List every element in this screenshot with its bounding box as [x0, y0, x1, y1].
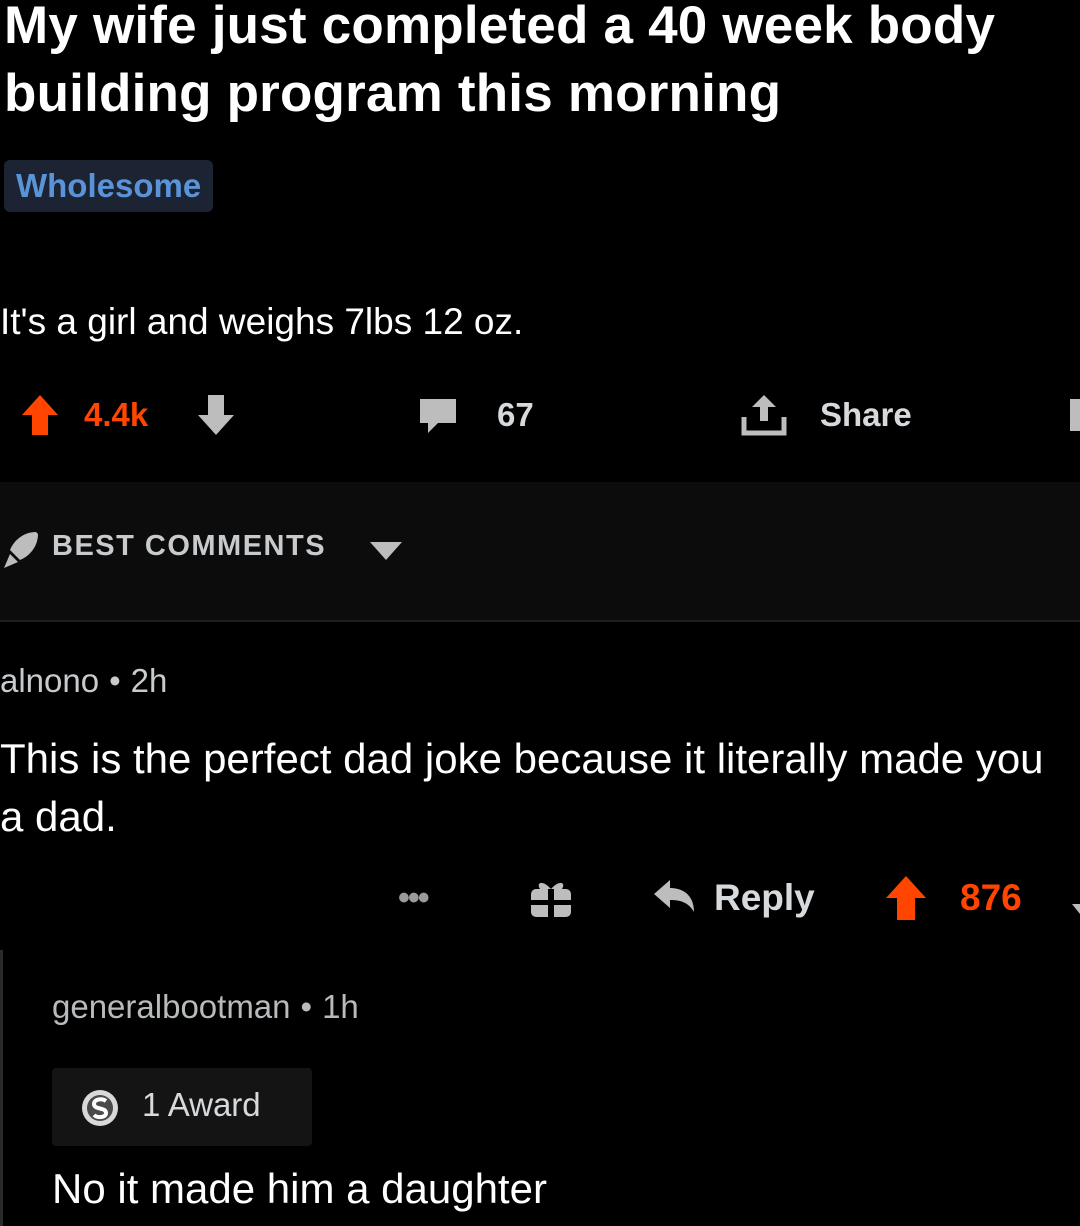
comment-upvote-button[interactable] — [884, 868, 928, 928]
comment-reply-icon-button[interactable] — [650, 868, 698, 928]
reply-body-text: No it made him a daughter — [52, 1165, 547, 1212]
gift-icon — [531, 882, 571, 917]
downvote-arrow-icon — [1072, 884, 1080, 914]
post-share-icon-button[interactable] — [736, 385, 792, 445]
silver-award-icon — [82, 1090, 118, 1126]
comment-meta: alnono • 2h — [0, 662, 167, 700]
post-comments-button[interactable] — [416, 385, 460, 445]
award-badge[interactable]: 1 Award — [52, 1068, 312, 1146]
comment-sort-bar[interactable]: BEST COMMENTS — [0, 482, 1080, 622]
downvote-arrow-icon — [198, 395, 234, 435]
upvote-arrow-icon — [886, 876, 926, 920]
post-share-button[interactable]: Share — [820, 385, 912, 445]
reddit-thread-page: My wife just completed a 40 week body bu… — [0, 0, 1080, 1226]
save-icon[interactable] — [1066, 385, 1080, 445]
comment-author[interactable]: alnono — [0, 662, 99, 699]
meta-separator: • — [300, 988, 313, 1025]
post-upvote-button[interactable] — [20, 385, 60, 445]
reply-author[interactable]: generalbootman — [52, 988, 291, 1025]
comment-body-text: This is the perfect dad joke because it … — [0, 735, 1044, 840]
post-title[interactable]: My wife just completed a 40 week body bu… — [4, 0, 1074, 128]
comment-score: 876 — [960, 877, 1022, 918]
share-upload-icon — [741, 395, 787, 436]
comment-age: 2h — [130, 662, 168, 699]
meta-separator: • — [109, 662, 121, 699]
post-body-text: It's a girl and weighs 7lbs 12 oz. — [0, 301, 524, 342]
post-flair[interactable]: Wholesome — [4, 160, 214, 212]
comment-reply-button[interactable]: Reply — [714, 868, 815, 928]
comment-more-button[interactable]: ••• — [398, 868, 430, 928]
post-downvote-button[interactable] — [196, 385, 236, 445]
reply-age: 1h — [322, 988, 359, 1025]
post-comment-count: 67 — [497, 396, 534, 433]
bookmark-icon — [1070, 399, 1080, 431]
comment-give-award-button[interactable] — [528, 868, 574, 928]
comment-downvote-button[interactable] — [1066, 868, 1080, 928]
caret-down-icon[interactable] — [368, 540, 404, 562]
comment-bubble-icon — [420, 399, 456, 433]
upvote-arrow-icon — [22, 395, 58, 435]
reply-arrow-icon — [654, 880, 694, 912]
sort-label[interactable]: BEST COMMENTS — [52, 530, 326, 563]
post-score: 4.4k — [84, 396, 149, 433]
comment-action-bar: ••• Reply 876 — [0, 868, 1080, 932]
reply-meta: generalbootman • 1h — [52, 988, 359, 1026]
thread-indent-line[interactable] — [0, 950, 3, 1226]
post-action-bar: 4.4k 67 Share — [0, 385, 1080, 445]
award-count: 1 Award — [142, 1086, 261, 1123]
rocket-icon — [4, 532, 38, 568]
